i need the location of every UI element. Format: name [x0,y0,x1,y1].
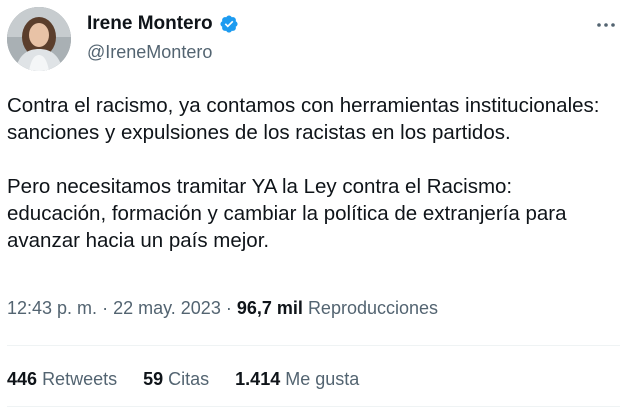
likes-stat[interactable]: 1.414 Me gusta [235,369,359,390]
quotes-count: 59 [143,369,164,389]
tweet-paragraph: Contra el racismo, ya contamos con herra… [7,94,600,144]
author-display-name[interactable]: Irene Montero [87,13,213,35]
tweet-date[interactable]: 22 may. 2023 [113,298,221,318]
quotes-label: Citas [168,369,210,389]
avatar[interactable] [7,7,71,71]
divider [7,345,620,346]
author-name-row: Irene Montero [87,13,239,35]
more-options-icon[interactable] [593,12,619,38]
quotes-stat[interactable]: 59 Citas [143,369,209,390]
tweet-card: Irene Montero @IreneMontero Contra el ra… [0,0,627,417]
likes-label: Me gusta [285,369,360,389]
tweet-stats: 446 Retweets 59 Citas 1.414 Me gusta [7,369,359,390]
meta-separator: · [225,298,232,318]
tweet-text: Contra el racismo, ya contamos con herra… [7,92,607,254]
meta-separator: · [102,298,109,318]
views-label: Reproducciones [307,298,439,318]
retweets-count: 446 [7,369,38,389]
retweets-stat[interactable]: 446 Retweets [7,369,117,390]
author-handle[interactable]: @IreneMontero [87,42,212,63]
views-count: 96,7 mil [236,298,303,318]
tweet-paragraph: Pero necesitamos tramitar YA la Ley cont… [7,175,567,252]
likes-count: 1.414 [235,369,281,389]
tweet-meta: 12:43 p. m. · 22 may. 2023 · 96,7 mil Re… [7,298,438,319]
tweet-time[interactable]: 12:43 p. m. [7,298,97,318]
divider [7,406,620,407]
retweets-label: Retweets [42,369,118,389]
avatar-photo [7,7,71,71]
verified-badge-icon [219,14,239,34]
